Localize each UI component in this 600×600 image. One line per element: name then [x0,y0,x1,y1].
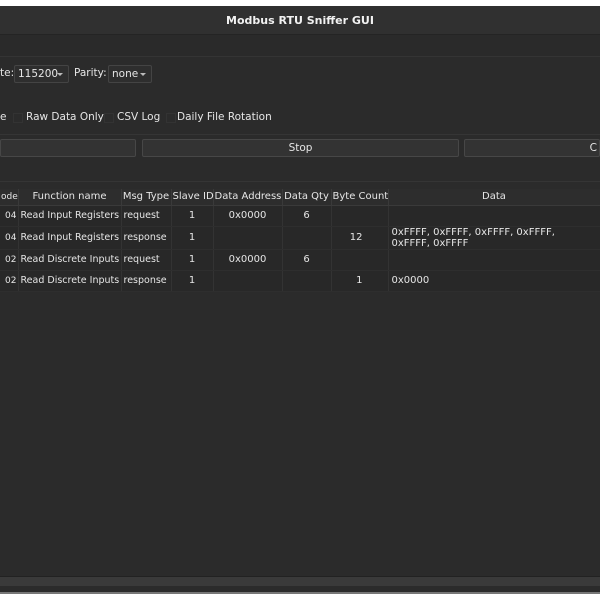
table-cell: 1 [171,226,214,250]
chevron-down-icon [57,73,63,76]
divider [0,181,600,182]
start-button[interactable] [0,139,136,157]
table-row[interactable]: 02 Read Discrete Inputs response 1 1 0x0000 [0,270,600,292]
table-cell [388,205,600,227]
table-cell: 02 [0,270,19,292]
horizontal-scrollbar[interactable] [0,576,600,586]
table-cell: 0xFFFF, 0xFFFF, 0xFFFF, 0xFFFF, 0xFFFF, … [388,226,600,250]
table-cell [282,270,332,292]
baud-rate-value: 115200 [18,68,59,80]
parity-select[interactable]: none [108,65,152,83]
table-cell: 6 [282,249,332,271]
table-cell: 0x0000 [213,249,283,271]
table-row[interactable]: 04 Read Input Registers request 1 0x0000 6 [0,205,600,227]
main-window: Modbus RTU Sniffer GUI te: 115200 Parity… [0,6,600,594]
csv-log-label[interactable]: CSV Log [117,111,160,123]
stop-button[interactable]: Stop [142,139,459,157]
col-function-code[interactable]: ode [0,189,19,206]
table-cell: 1 [331,270,389,292]
messages-table: ode Function name Msg Type Slave ID Data… [0,189,600,292]
col-msg-type[interactable]: Msg Type [121,189,172,206]
table-cell: response [121,226,172,250]
table-cell: Read Input Registers [18,226,122,250]
raw-data-only-checkbox[interactable] [13,113,23,123]
divider [0,134,600,135]
table-cell: Read Discrete Inputs [18,249,122,271]
raw-data-only-label[interactable]: Raw Data Only [26,111,104,123]
window-title: Modbus RTU Sniffer GUI [0,6,600,35]
col-data[interactable]: Data [388,189,600,206]
chevron-down-icon [140,73,146,76]
daily-rotation-checkbox[interactable] [166,113,176,123]
table-cell: 6 [282,205,332,227]
table-cell: Read Input Registers [18,205,122,227]
col-byte-count[interactable]: Byte Count [331,189,389,206]
table-row[interactable]: 04 Read Input Registers response 1 12 0xFFFF,… [0,226,600,250]
table-cell: 1 [171,270,214,292]
col-slave-id[interactable]: Slave ID [171,189,214,206]
table-cell [213,270,283,292]
table-cell: 02 [0,249,19,271]
col-data-address[interactable]: Data Address [213,189,283,206]
toolbar-strip [0,35,600,57]
table-cell: 1 [171,249,214,271]
table-cell: 04 [0,226,19,250]
table-cell: 0x0000 [213,205,283,227]
table-row[interactable]: 02 Read Discrete Inputs request 1 0x0000 6 [0,249,600,271]
clear-button[interactable]: C [464,139,600,157]
baud-rate-select[interactable]: 115200 [14,65,69,83]
col-data-qty[interactable]: Data Qty [282,189,332,206]
table-cell [331,249,389,271]
baud-rate-label: te: [0,67,15,79]
table-cell: 04 [0,205,19,227]
parity-value: none [112,68,139,80]
table-cell: 12 [331,226,389,250]
table-cell [331,205,389,227]
parity-label: Parity: [74,67,107,79]
table-header: ode Function name Msg Type Slave ID Data… [0,189,600,206]
table-cell [388,249,600,271]
table-cell: request [121,249,172,271]
table-cell: response [121,270,172,292]
table-cell: 1 [171,205,214,227]
table-cell [213,226,283,250]
table-cell: Read Discrete Inputs [18,270,122,292]
daily-rotation-label[interactable]: Daily File Rotation [177,111,272,123]
csv-log-checkbox[interactable] [104,113,114,123]
table-cell [282,226,332,250]
table-cell: 0x0000 [388,270,600,292]
option-label-partial: e [0,111,7,123]
table-cell: request [121,205,172,227]
col-function-name[interactable]: Function name [18,189,122,206]
